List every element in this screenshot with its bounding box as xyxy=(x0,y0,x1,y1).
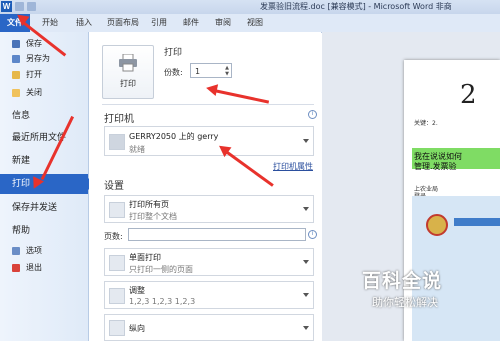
nav-exit[interactable]: 退出 xyxy=(0,261,88,275)
options-icon xyxy=(12,247,20,255)
watermark-subtitle: 助你轻松解决 xyxy=(372,296,438,309)
nav-open-label: 打开 xyxy=(26,70,42,79)
print-range-main: 打印所有页 xyxy=(129,200,169,209)
quick-undo-icon[interactable] xyxy=(27,2,36,11)
copies-label: 份数: xyxy=(164,68,183,77)
preview-line-1: 关键：2. xyxy=(414,120,438,127)
orientation-main: 纵向 xyxy=(129,324,145,333)
nav-info[interactable]: 信息 xyxy=(0,106,88,126)
collate-dropdown[interactable]: 调整 1,2,3 1,2,3 1,2,3 xyxy=(104,281,314,309)
nav-exit-label: 退出 xyxy=(26,263,42,272)
nav-close[interactable]: 关闭 xyxy=(0,86,88,100)
sides-main: 单面打印 xyxy=(129,253,161,262)
nav-new-label: 新建 xyxy=(12,156,31,166)
nav-print-label: 打印 xyxy=(12,179,31,189)
printer-name: GERRY2050 上的 gerry xyxy=(129,132,219,141)
tab-references[interactable]: 引用 xyxy=(151,15,167,32)
nav-save-as-label: 另存为 xyxy=(26,54,50,63)
preview-big-char: 2 xyxy=(460,80,477,110)
print-section-title: 打印 xyxy=(164,48,183,58)
chevron-down-icon xyxy=(303,325,309,330)
portrait-icon xyxy=(109,320,125,336)
sides-dropdown[interactable]: 单面打印 只打印一侧的页面 xyxy=(104,248,314,276)
watermark-title: 百科全说 xyxy=(362,270,443,292)
print-button[interactable]: 打印 xyxy=(102,45,154,99)
nav-save-and-send-label: 保存并发送 xyxy=(12,203,58,213)
chevron-down-icon xyxy=(303,139,309,143)
pages-icon xyxy=(109,202,125,218)
collate-sub: 1,2,3 1,2,3 1,2,3 xyxy=(129,297,196,306)
preview-banner xyxy=(454,218,500,226)
copies-spin-icon[interactable]: ▲ ▼ xyxy=(225,65,229,77)
copies-value: 1 xyxy=(195,67,201,76)
open-folder-icon xyxy=(12,71,20,79)
divider xyxy=(102,104,314,105)
tab-insert[interactable]: 插入 xyxy=(76,15,92,32)
printer-properties-link[interactable]: 打印机属性 xyxy=(273,161,313,172)
print-range-sub: 打印整个文档 xyxy=(129,212,177,221)
nav-options-label: 选项 xyxy=(26,246,42,255)
settings-section-title: 设置 xyxy=(104,181,124,192)
nav-save-label: 保存 xyxy=(26,39,42,48)
sides-sub: 只打印一侧的页面 xyxy=(129,265,193,274)
nav-save-as[interactable]: 另存为 xyxy=(0,52,88,66)
nav-close-label: 关闭 xyxy=(26,88,42,97)
copies-stepper[interactable]: 1 ▲ ▼ xyxy=(190,63,232,78)
exit-icon xyxy=(12,264,20,272)
printer-status: 就绪 xyxy=(129,145,145,154)
preview-green-line-2: 管理.发票验 xyxy=(414,162,457,171)
nav-open[interactable]: 打开 xyxy=(0,68,88,82)
collate-icon xyxy=(109,288,125,304)
save-as-icon xyxy=(12,55,20,63)
printer-device-icon xyxy=(109,134,125,150)
print-range-dropdown[interactable]: 打印所有页 打印整个文档 xyxy=(104,195,314,223)
save-icon xyxy=(12,40,20,48)
tab-review[interactable]: 审阅 xyxy=(215,15,231,32)
nav-help-label: 帮助 xyxy=(12,226,31,236)
window-title: 发票验旧流程.doc [兼容模式] - Microsoft Word 非商 xyxy=(260,2,452,11)
nav-options[interactable]: 选项 xyxy=(0,244,88,258)
orientation-dropdown[interactable]: 纵向 xyxy=(104,314,314,341)
printer-dropdown[interactable]: GERRY2050 上的 gerry 就绪 xyxy=(104,126,314,156)
emblem-icon xyxy=(426,214,448,236)
tab-view[interactable]: 视图 xyxy=(247,15,263,32)
tab-page-layout[interactable]: 页面布局 xyxy=(107,15,139,32)
pages-label: 页数: xyxy=(104,232,123,241)
collate-main: 调整 xyxy=(129,286,145,295)
chevron-down-icon xyxy=(303,207,309,211)
printer-section-title: 打印机 xyxy=(104,114,134,125)
nav-recent[interactable]: 最近所用文件 xyxy=(0,128,88,148)
chevron-down-icon xyxy=(303,293,309,297)
single-side-icon xyxy=(109,255,125,271)
tab-mailings[interactable]: 邮件 xyxy=(183,15,199,32)
nav-help[interactable]: 帮助 xyxy=(0,221,88,241)
tab-home[interactable]: 开始 xyxy=(42,15,58,32)
info-icon[interactable]: i xyxy=(308,230,317,239)
close-document-icon xyxy=(12,89,20,97)
nav-save-and-send[interactable]: 保存并发送 xyxy=(0,198,88,218)
chevron-down-icon xyxy=(303,260,309,264)
word-app-icon[interactable]: W xyxy=(1,1,12,12)
info-icon[interactable]: i xyxy=(308,110,317,119)
nav-new[interactable]: 新建 xyxy=(0,151,88,171)
pages-input[interactable] xyxy=(128,228,306,241)
printer-icon xyxy=(119,54,137,72)
print-button-label: 打印 xyxy=(120,79,136,88)
nav-info-label: 信息 xyxy=(12,111,31,121)
